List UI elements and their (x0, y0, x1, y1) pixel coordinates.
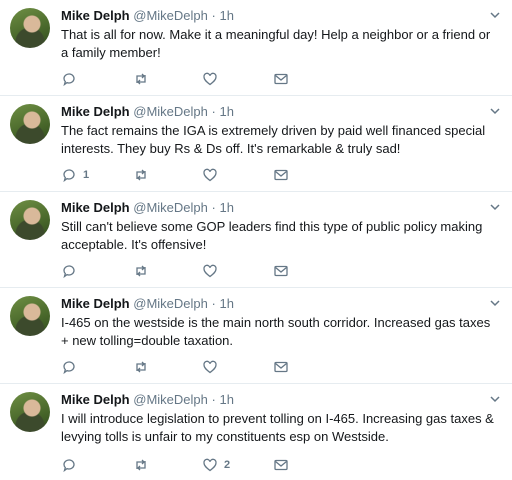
message-button[interactable] (273, 358, 289, 376)
reply-icon (63, 169, 75, 183)
tweet-header: Mike Delph @MikeDelph · 1h (61, 296, 234, 312)
reply-count: 1 (83, 169, 90, 181)
reply-icon (63, 265, 75, 279)
author-name[interactable]: Mike Delph (61, 200, 130, 215)
message-button[interactable] (273, 456, 289, 474)
envelope-icon (274, 73, 288, 85)
chevron-down-icon[interactable] (488, 200, 502, 214)
avatar[interactable] (10, 296, 50, 336)
tweet-actions: 1 (61, 166, 501, 184)
chevron-down-icon[interactable] (488, 392, 502, 406)
tweet-header: Mike Delph @MikeDelph · 1h (61, 392, 234, 408)
tweet-timestamp[interactable]: 1h (219, 296, 233, 311)
retweet-icon (136, 265, 146, 277)
like-button[interactable] (202, 166, 224, 184)
retweet-button[interactable] (133, 70, 155, 88)
like-count: 2 (224, 459, 231, 471)
avatar[interactable] (10, 200, 50, 240)
author-handle[interactable]: @MikeDelph (133, 104, 208, 119)
author-name[interactable]: Mike Delph (61, 104, 130, 119)
separator-dot: · (211, 200, 216, 215)
tweet-text: Still can't believe some GOP leaders fin… (61, 219, 483, 252)
reply-button[interactable] (61, 358, 83, 376)
tweet-header: Mike Delph @MikeDelph · 1h (61, 8, 234, 24)
tweet-actions (61, 262, 501, 280)
retweet-icon (136, 361, 146, 373)
reply-button[interactable] (61, 456, 83, 474)
tweet-timestamp[interactable]: 1h (219, 200, 233, 215)
retweet-button[interactable] (133, 166, 155, 184)
retweet-button[interactable] (133, 358, 155, 376)
tweet-text: I will introduce legislation to prevent … (61, 411, 494, 444)
tweet[interactable]: Mike Delph @MikeDelph · 1h Still can't b… (0, 192, 512, 288)
reply-icon (63, 459, 75, 473)
heart-icon (203, 72, 217, 86)
tweet[interactable]: Mike Delph @MikeDelph · 1h I-465 on the … (0, 288, 512, 384)
avatar[interactable] (10, 104, 50, 144)
like-button[interactable] (202, 262, 224, 280)
tweet-timestamp[interactable]: 1h (219, 104, 233, 119)
heart-icon (203, 168, 217, 182)
envelope-icon (274, 265, 288, 277)
envelope-icon (274, 459, 288, 471)
author-handle[interactable]: @MikeDelph (133, 8, 208, 23)
avatar[interactable] (10, 392, 50, 432)
author-name[interactable]: Mike Delph (61, 392, 130, 407)
reply-icon (63, 73, 75, 87)
tweet-text: The fact remains the IGA is extremely dr… (61, 123, 486, 156)
author-handle[interactable]: @MikeDelph (133, 200, 208, 215)
tweet-actions (61, 358, 501, 376)
message-button[interactable] (273, 70, 289, 88)
tweet-actions: 2 (61, 456, 501, 474)
tweet[interactable]: Mike Delph @MikeDelph · 1h I will introd… (0, 384, 512, 480)
reply-button[interactable]: 1 (61, 166, 89, 184)
heart-icon (203, 458, 217, 472)
tweet-text: That is all for now. Make it a meaningfu… (61, 27, 491, 60)
author-name[interactable]: Mike Delph (61, 8, 130, 23)
tweet-header: Mike Delph @MikeDelph · 1h (61, 104, 234, 120)
tweet[interactable]: Mike Delph @MikeDelph · 1h That is all f… (0, 0, 512, 96)
reply-icon (63, 361, 75, 375)
separator-dot: · (211, 296, 216, 311)
author-name[interactable]: Mike Delph (61, 296, 130, 311)
avatar[interactable] (10, 8, 50, 48)
tweet-timestamp[interactable]: 1h (219, 8, 233, 23)
separator-dot: · (211, 104, 216, 119)
tweet-text: I-465 on the westside is the main north … (61, 315, 491, 348)
envelope-icon (274, 169, 288, 181)
like-button[interactable]: 2 (202, 456, 230, 474)
tweet-actions (61, 70, 501, 88)
retweet-button[interactable] (133, 262, 155, 280)
tweet-timeline: Mike Delph @MikeDelph · 1h That is all f… (0, 0, 512, 480)
heart-icon (203, 360, 217, 374)
author-handle[interactable]: @MikeDelph (133, 296, 208, 311)
author-handle[interactable]: @MikeDelph (133, 392, 208, 407)
like-button[interactable] (202, 358, 224, 376)
retweet-icon (136, 73, 146, 85)
message-button[interactable] (273, 262, 289, 280)
chevron-down-icon[interactable] (488, 296, 502, 310)
separator-dot: · (211, 392, 216, 407)
tweet-header: Mike Delph @MikeDelph · 1h (61, 200, 234, 216)
message-button[interactable] (273, 166, 289, 184)
envelope-icon (274, 361, 288, 373)
tweet[interactable]: Mike Delph @MikeDelph · 1h The fact rema… (0, 96, 512, 192)
heart-icon (203, 264, 217, 278)
retweet-icon (136, 169, 146, 181)
reply-button[interactable] (61, 70, 83, 88)
like-button[interactable] (202, 70, 224, 88)
retweet-button[interactable] (133, 456, 155, 474)
retweet-icon (136, 459, 146, 471)
chevron-down-icon[interactable] (488, 8, 502, 22)
chevron-down-icon[interactable] (488, 104, 502, 118)
reply-button[interactable] (61, 262, 83, 280)
separator-dot: · (211, 8, 216, 23)
tweet-timestamp[interactable]: 1h (219, 392, 233, 407)
